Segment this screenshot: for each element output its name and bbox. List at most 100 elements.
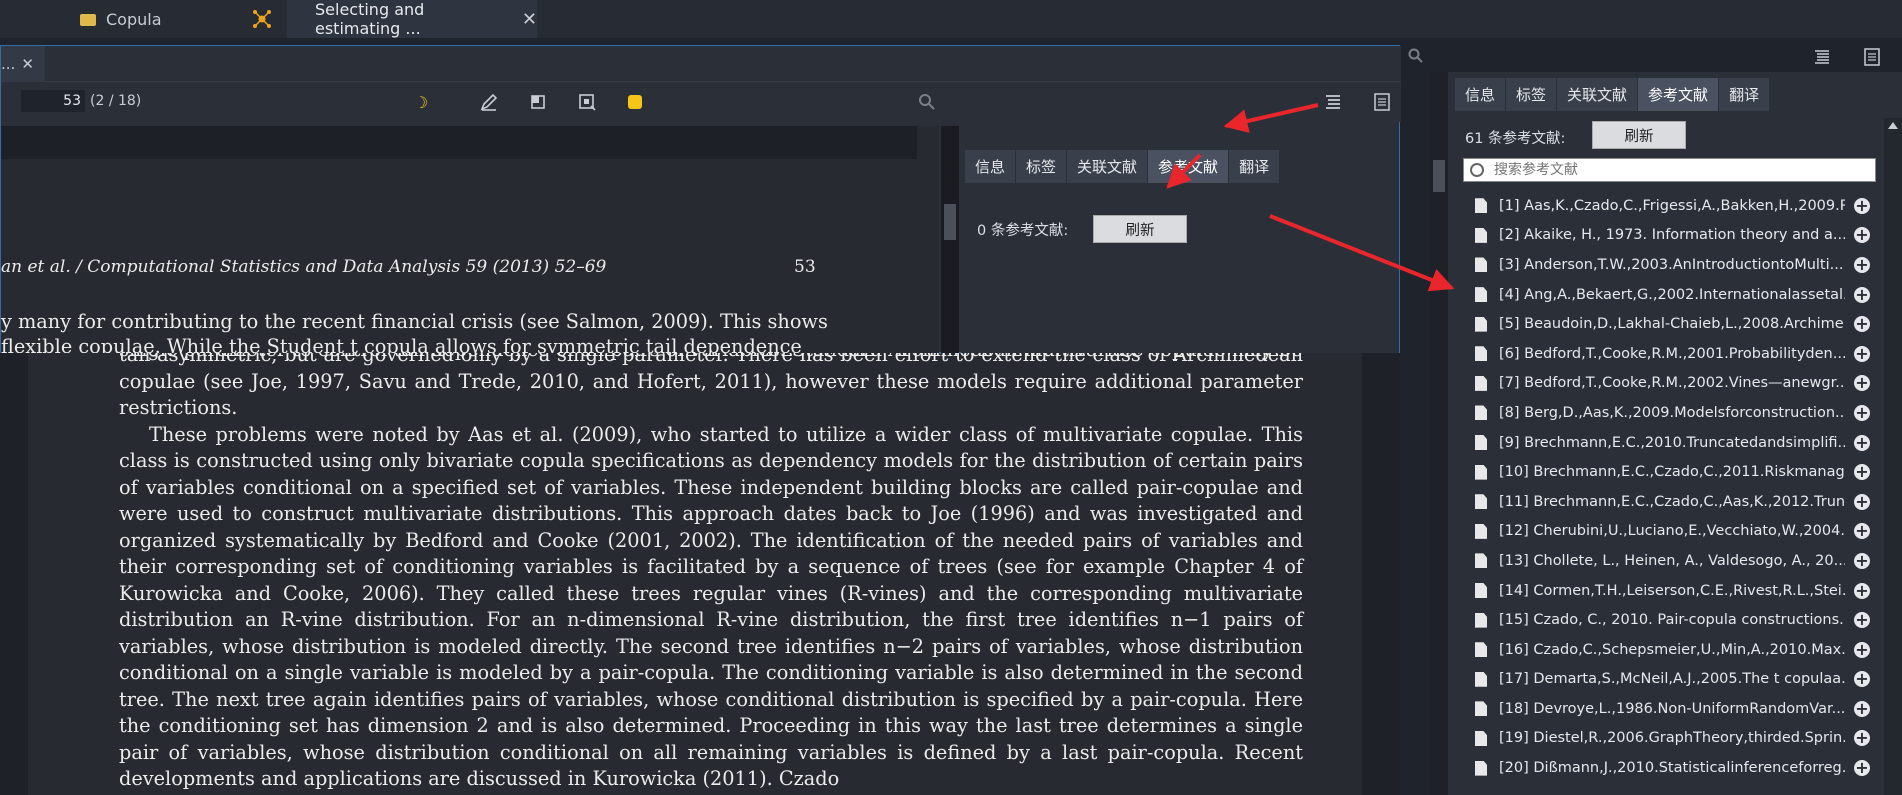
add-icon[interactable]: +: [1854, 464, 1870, 481]
tab-copula[interactable]: Copula: [80, 0, 250, 38]
tab-translate[interactable]: 翻译: [1719, 78, 1771, 111]
reference-item[interactable]: [2] Akaike, H., 1973. Information theory…: [1463, 221, 1876, 251]
document-icon: [1475, 227, 1487, 243]
add-icon[interactable]: +: [1854, 760, 1870, 777]
page-number-input[interactable]: 53: [21, 90, 85, 112]
add-icon[interactable]: +: [1854, 256, 1870, 273]
tab-info[interactable]: 信息: [1455, 78, 1507, 111]
add-icon[interactable]: +: [1854, 700, 1870, 717]
reference-item[interactable]: [3] Anderson,T.W.,2003.AnIntroductiontoM…: [1463, 250, 1876, 280]
reference-search-input[interactable]: [1492, 161, 1866, 179]
tab-label: Selecting and estimating ...: [315, 0, 425, 38]
reference-item[interactable]: [4] Ang,A.,Bekaert,G.,2002.International…: [1463, 280, 1876, 310]
add-icon[interactable]: +: [1854, 493, 1870, 510]
outline-icon[interactable]: [1323, 92, 1343, 112]
add-icon[interactable]: +: [1854, 641, 1870, 658]
reference-item[interactable]: [6] Bedford,T.,Cooke,R.M.,2001.Probabili…: [1463, 339, 1876, 369]
close-icon[interactable]: ✕: [21, 55, 34, 73]
night-mode-icon[interactable]: ☽: [411, 92, 431, 112]
reference-item[interactable]: [10] Brechmann,E.C.,Czado,C.,2011.Riskma…: [1463, 457, 1876, 487]
document-icon: [1475, 760, 1487, 776]
page-count: (2 / 18): [90, 93, 142, 109]
floating-pdf-window: ... ✕ 53 (2 / 18) ☽ an et al. / Computat…: [0, 45, 1401, 353]
document-body: tail-asymmetric, but are governed only b…: [119, 342, 1303, 793]
reference-label: [9] Brechmann,E.C.,2010.Truncatedandsimp…: [1499, 434, 1845, 451]
color-swatch-icon[interactable]: [625, 92, 645, 112]
network-icon[interactable]: [252, 9, 272, 29]
tab-related[interactable]: 关联文献: [1067, 150, 1149, 183]
tab-tags[interactable]: 标签: [1506, 78, 1558, 111]
tab-info[interactable]: 信息: [965, 150, 1017, 183]
reference-label: [1] Aas,K.,Czado,C.,Frigessi,A.,Bakken,H…: [1499, 197, 1845, 214]
add-icon[interactable]: +: [1854, 227, 1870, 244]
reference-label: [19] Diestel,R.,2006.GraphTheory,thirded…: [1499, 730, 1845, 747]
reference-search-box[interactable]: [1463, 158, 1876, 182]
reference-label: [14] Cormen,T.H.,Leiserson,C.E.,Rivest,R…: [1499, 582, 1845, 599]
pen-icon[interactable]: [479, 92, 499, 112]
add-icon[interactable]: +: [1854, 404, 1870, 421]
add-icon[interactable]: +: [1854, 197, 1870, 214]
close-icon[interactable]: ✕: [522, 9, 537, 30]
refresh-button[interactable]: 刷新: [1093, 215, 1187, 243]
floating-doc-strip: [1, 126, 917, 159]
reference-item[interactable]: [11] Brechmann,E.C.,Czado,C.,Aas,K.,2012…: [1463, 487, 1876, 517]
notes-icon[interactable]: [1372, 92, 1392, 112]
tab-references[interactable]: 参考文献: [1148, 150, 1230, 183]
add-icon[interactable]: +: [1854, 671, 1870, 688]
tab-related[interactable]: 关联文献: [1557, 78, 1639, 111]
scroll-thumb[interactable]: [944, 204, 956, 240]
reference-scrollbar[interactable]: [1884, 118, 1902, 795]
reference-label: [11] Brechmann,E.C.,Czado,C.,Aas,K.,2012…: [1499, 493, 1845, 510]
document-icon: [1475, 464, 1487, 480]
add-icon[interactable]: +: [1854, 375, 1870, 392]
highlight-icon[interactable]: [528, 92, 548, 112]
add-icon[interactable]: +: [1854, 523, 1870, 540]
scroll-up-arrow[interactable]: [1888, 122, 1898, 129]
tab-tags[interactable]: 标签: [1016, 150, 1068, 183]
add-icon[interactable]: +: [1854, 582, 1870, 599]
reference-item[interactable]: [18] Devroye,L.,1986.Non-UniformRandomVa…: [1463, 694, 1876, 724]
document-icon: [1475, 494, 1487, 510]
tab-bar: Copula Selecting and estimating ... ✕: [0, 0, 1902, 38]
area-select-icon[interactable]: [577, 92, 597, 112]
document-icon: [1475, 198, 1487, 214]
add-icon[interactable]: +: [1854, 730, 1870, 747]
panel-tabs: 信息 标签 关联文献 参考文献 翻译: [1455, 78, 1771, 111]
add-icon[interactable]: +: [1854, 612, 1870, 629]
reference-item[interactable]: [16] Czado,C.,Schepsmeier,U.,Min,A.,2010…: [1463, 635, 1876, 665]
notes-icon[interactable]: [1864, 48, 1880, 66]
outline-icon[interactable]: [1814, 49, 1830, 65]
tab-selecting-estimating[interactable]: Selecting and estimating ... ✕: [287, 0, 537, 38]
reference-item[interactable]: [1] Aas,K.,Czado,C.,Frigessi,A.,Bakken,H…: [1463, 191, 1876, 221]
add-icon[interactable]: +: [1854, 286, 1870, 303]
panel-tabs: 信息 标签 关联文献 参考文献 翻译: [965, 150, 1281, 183]
floating-tab[interactable]: ... ✕: [1, 46, 45, 81]
add-icon[interactable]: +: [1854, 434, 1870, 451]
scrollbar[interactable]: [941, 126, 959, 353]
scroll-thumb[interactable]: [1433, 160, 1445, 192]
reference-item[interactable]: [9] Brechmann,E.C.,2010.Truncatedandsimp…: [1463, 428, 1876, 458]
reference-item[interactable]: [20] Dißmann,J.,2010.Statisticalinferenc…: [1463, 753, 1876, 783]
add-icon[interactable]: +: [1854, 345, 1870, 362]
tab-references[interactable]: 参考文献: [1638, 78, 1720, 111]
reference-item[interactable]: [17] Demarta,S.,McNeil,A.J.,2005.The t c…: [1463, 665, 1876, 695]
reference-label: [6] Bedford,T.,Cooke,R.M.,2001.Probabili…: [1499, 345, 1845, 362]
search-icon[interactable]: [917, 92, 937, 112]
reference-label: [18] Devroye,L.,1986.Non-UniformRandomVa…: [1499, 700, 1845, 717]
add-icon[interactable]: +: [1854, 316, 1870, 333]
reference-item[interactable]: [8] Berg,D.,Aas,K.,2009.Modelsforconstru…: [1463, 398, 1876, 428]
reference-item[interactable]: [14] Cormen,T.H.,Leiserson,C.E.,Rivest,R…: [1463, 576, 1876, 606]
add-icon[interactable]: +: [1854, 552, 1870, 569]
reference-item[interactable]: [5] Beaudoin,D.,Lakhal-Chaieb,L.,2008.Ar…: [1463, 309, 1876, 339]
reference-label: [15] Czado, C., 2010. Pair-copula constr…: [1499, 612, 1845, 629]
reference-item[interactable]: [7] Bedford,T.,Cooke,R.M.,2002.Vines—ane…: [1463, 369, 1876, 399]
reference-item[interactable]: [15] Czado, C., 2010. Pair-copula constr…: [1463, 605, 1876, 635]
tab-translate[interactable]: 翻译: [1229, 150, 1281, 183]
reference-item[interactable]: [12] Cherubini,U.,Luciano,E.,Vecchiato,W…: [1463, 517, 1876, 547]
reference-label: [8] Berg,D.,Aas,K.,2009.Modelsforconstru…: [1499, 404, 1845, 421]
refresh-button[interactable]: 刷新: [1592, 121, 1686, 149]
reference-item[interactable]: [13] Chollete, L., Heinen, A., Valdesogo…: [1463, 546, 1876, 576]
search-icon[interactable]: [1408, 48, 1424, 64]
reference-item[interactable]: [19] Diestel,R.,2006.GraphTheory,thirded…: [1463, 724, 1876, 754]
running-header: an et al. / Computational Statistics and…: [1, 257, 607, 277]
